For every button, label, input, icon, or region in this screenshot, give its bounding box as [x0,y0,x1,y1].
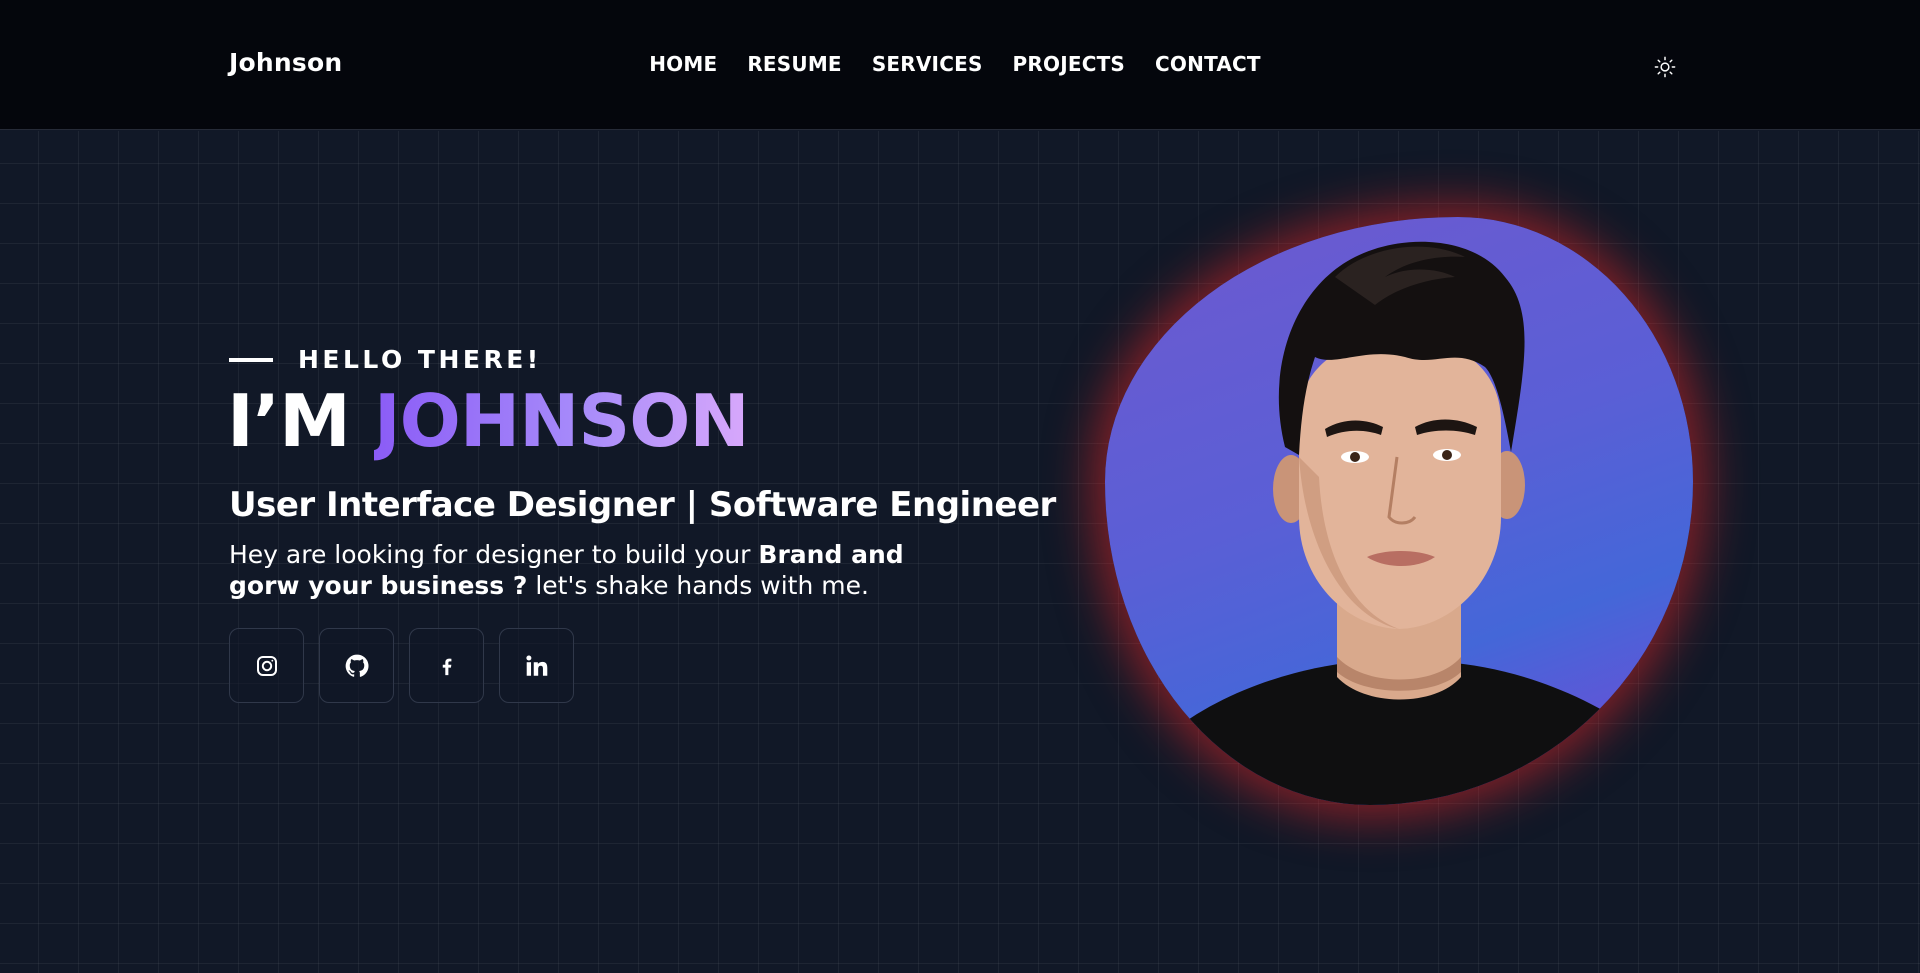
linkedin-button[interactable] [499,628,574,703]
greeting-divider [229,357,273,362]
desc-text-1: Hey are looking for designer to build yo… [229,540,759,569]
github-icon [345,654,369,677]
site-header: Johnson HOME RESUME SERVICES PROJECTS CO… [0,0,1920,130]
person-illustration [1105,241,1693,805]
theme-toggle-button[interactable] [1651,53,1679,81]
nav-resume[interactable]: RESUME [747,52,841,76]
instagram-icon [256,655,277,676]
facebook-button[interactable] [409,628,484,703]
desc-bold-1: Brand and [758,540,904,569]
instagram-button[interactable] [229,628,304,703]
profile-portrait [1105,217,1693,805]
profile-photo [1105,217,1693,805]
social-links [229,628,574,703]
main-nav: HOME RESUME SERVICES PROJECTS CONTACT [0,52,1920,76]
greeting-row: HELLO THERE! [229,345,542,374]
linkedin-icon [525,654,547,676]
facebook-icon [442,658,451,675]
hero-subtitle: User Interface Designer | Software Engin… [229,485,1056,525]
desc-text-2: let's shake hands with me. [527,571,869,600]
desc-bold-2: gorw your business ? [229,571,528,600]
headline-name: JOHNSON [373,379,750,463]
greeting-text: HELLO THERE! [298,345,542,374]
nav-home[interactable]: HOME [649,52,717,76]
hero-headline: I’M JOHNSON [227,385,750,457]
nav-projects[interactable]: PROJECTS [1013,52,1126,76]
hero-description: Hey are looking for designer to build yo… [229,539,949,601]
sun-icon [1654,56,1676,78]
nav-contact[interactable]: CONTACT [1155,52,1261,76]
github-button[interactable] [319,628,394,703]
headline-prefix: I’M [227,379,374,463]
nav-services[interactable]: SERVICES [872,52,983,76]
